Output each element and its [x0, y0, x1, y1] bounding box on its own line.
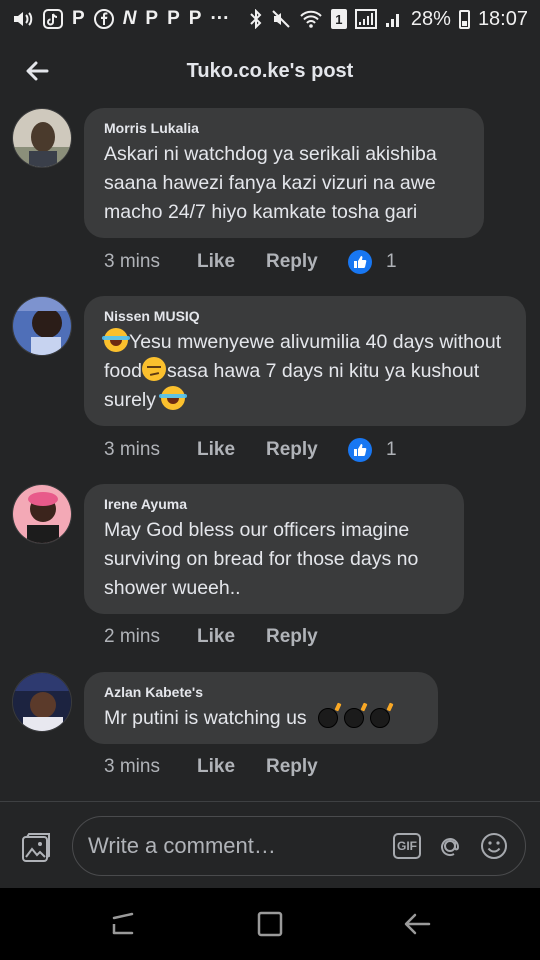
reply-button[interactable]: Reply [266, 439, 348, 461]
mention-icon[interactable] [435, 831, 465, 861]
comment-actions: 2 mins Like Reply [104, 626, 348, 648]
thumbs-up-icon [348, 438, 372, 462]
reaction-count-text: 1 [386, 439, 397, 460]
notification-letter: N [122, 8, 137, 29]
reply-button[interactable]: Reply [266, 626, 348, 648]
notification-letter: P [167, 8, 180, 29]
comment-actions: 3 mins Like Reply [104, 756, 348, 778]
photo-icon [22, 833, 50, 862]
comment-time[interactable]: 3 mins [104, 439, 197, 461]
facebook-icon [93, 9, 114, 29]
composer-actions: GIF [393, 831, 509, 861]
comment-author[interactable]: Irene Ayuma [104, 496, 444, 512]
thumbs-up-icon [348, 250, 372, 274]
bomb-emoji-icon [370, 708, 391, 728]
comment-text: Mr putini is watching us [104, 704, 418, 733]
comment-time[interactable]: 3 mins [104, 251, 197, 273]
avatar-image [13, 673, 71, 731]
comment-composer: Write a comment… GIF [0, 802, 540, 888]
battery-icon [458, 9, 470, 29]
system-icons: 1 28% 18:07 [249, 8, 528, 31]
reaction-count[interactable]: 1 [348, 438, 397, 462]
comment-time[interactable]: 3 mins [104, 756, 197, 778]
like-button[interactable]: Like [197, 439, 266, 461]
avatar-image [13, 297, 71, 355]
comment-bubble[interactable]: Nissen MUSIQ Yesu mwenyewe alivumilia 40… [84, 296, 526, 426]
comment-bubble[interactable]: Morris Lukalia Askari ni watchdog ya ser… [84, 108, 484, 238]
avatar[interactable] [12, 484, 72, 544]
photo-button[interactable] [18, 830, 54, 866]
comment-author[interactable]: Azlan Kabete's [104, 684, 418, 700]
comment-author[interactable]: Nissen MUSIQ [104, 308, 506, 324]
battery-percent: 28% [410, 7, 451, 30]
system-nav-bar [0, 888, 540, 960]
post-header: Tuko.co.ke's post [0, 38, 540, 104]
back-nav-button[interactable] [387, 894, 447, 954]
notification-letter: P [72, 8, 85, 29]
recent-apps-button[interactable] [93, 894, 153, 954]
like-button[interactable]: Like [197, 756, 266, 778]
comment-bubble[interactable]: Irene Ayuma May God bless our officers i… [84, 484, 464, 614]
back-button[interactable] [22, 56, 52, 86]
comment-input-placeholder: Write a comment… [88, 833, 276, 858]
comment-actions: 3 mins Like Reply 1 [104, 250, 397, 274]
avatar[interactable] [12, 672, 72, 732]
sim-badge-icon: 1 [330, 9, 347, 29]
more-notifications-icon: ··· [210, 8, 230, 29]
recent-apps-icon [113, 912, 134, 935]
avatar-image [13, 109, 71, 167]
avatar-image [13, 485, 71, 543]
home-button[interactable] [240, 894, 300, 954]
clock: 18:07 [477, 7, 528, 30]
bluetooth-icon [250, 9, 262, 29]
signal-icon [385, 14, 399, 27]
smirk-emoji-icon [141, 357, 166, 381]
comment-bubble[interactable]: Azlan Kabete's Mr putini is watching us [84, 672, 438, 744]
signal-icon [354, 9, 377, 29]
reply-button[interactable]: Reply [266, 756, 348, 778]
volume-icon [14, 12, 33, 26]
gif-icon[interactable]: GIF [393, 833, 421, 859]
tiktok-icon [43, 9, 63, 29]
notification-icons: P N P P P ··· [12, 8, 249, 30]
comment-input[interactable]: Write a comment… GIF [72, 816, 526, 876]
comment-text: Yesu mwenyewe alivumilia 40 days without… [102, 328, 506, 415]
wifi-icon [300, 10, 322, 28]
page-title: Tuko.co.ke's post [186, 59, 354, 82]
reaction-count[interactable]: 1 [348, 250, 397, 274]
back-arrow-icon [26, 61, 49, 81]
laughing-crying-emoji-icon [102, 328, 130, 352]
home-icon [257, 911, 283, 937]
avatar[interactable] [12, 108, 72, 168]
notification-letter: P [145, 8, 159, 29]
notification-letter: P [188, 8, 202, 29]
comment-time[interactable]: 2 mins [104, 626, 197, 648]
laughing-crying-emoji-icon [159, 386, 188, 410]
reply-button[interactable]: Reply [266, 251, 348, 273]
bomb-emoji-icon [344, 708, 365, 728]
bomb-emoji-icon [318, 708, 339, 728]
comment-text-part: Mr putini is watching us [104, 707, 313, 729]
comment-actions: 3 mins Like Reply 1 [104, 438, 397, 462]
back-icon [404, 913, 430, 935]
comment-text: May God bless our officers imagine survi… [104, 519, 419, 599]
like-button[interactable]: Like [197, 251, 266, 273]
emoji-icon[interactable] [479, 831, 509, 861]
comment-text: Askari ni watchdog ya serikali akishiba … [104, 143, 437, 223]
like-button[interactable]: Like [197, 626, 266, 648]
reaction-count-text: 1 [386, 251, 397, 272]
mute-icon [272, 10, 290, 28]
comment-author[interactable]: Morris Lukalia [104, 120, 464, 136]
avatar[interactable] [12, 296, 72, 356]
status-bar: P N P P P ··· 1 28% 18:07 [0, 0, 540, 38]
